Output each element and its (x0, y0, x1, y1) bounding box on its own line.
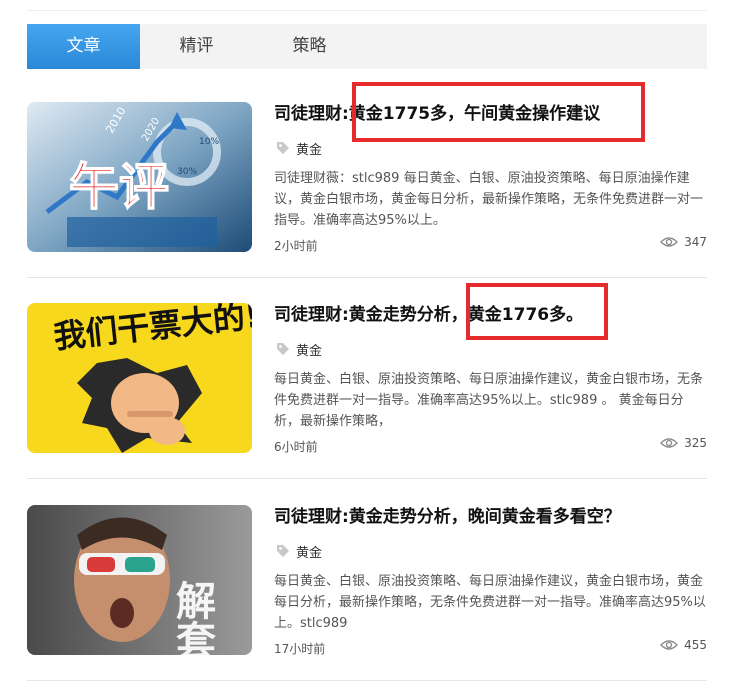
svg-text:10%: 10% (199, 137, 219, 147)
view-count: 347 (684, 235, 707, 249)
article-title[interactable]: 司徒理财:黄金走势分析，晚间黄金看多看空？ (274, 505, 707, 529)
thumbnail-image-pointing-finger: 我们干票大的! (27, 303, 252, 453)
article-views: 325 (660, 436, 707, 450)
article-divider (27, 277, 707, 278)
tab-reviews[interactable]: 精评 (140, 24, 253, 69)
eye-icon (660, 237, 679, 247)
thumbnail-caption: 解套 (169, 580, 216, 655)
annotation-box-price-1775 (352, 82, 645, 142)
view-count: 325 (684, 436, 707, 450)
tab-articles[interactable]: 文章 (27, 24, 140, 69)
view-count: 455 (684, 638, 707, 652)
article-time: 6小时前 (274, 440, 318, 454)
article-item[interactable]: 解套 司徒理财:黄金走势分析，晚间黄金看多看空？ 黄金 每日黄金、白银、原油投资… (27, 505, 707, 682)
tab-bar: 文章 精评 策略 (27, 24, 707, 69)
article-thumbnail[interactable]: 解套 (27, 505, 252, 655)
article-time: 17小时前 (274, 642, 326, 656)
article-summary: 司徒理财薇：stlc989 每日黄金、白银、原油投资策略、每日原油操作建议，黄金… (274, 171, 704, 228)
eye-icon (660, 438, 679, 448)
tag-icon (277, 545, 289, 557)
svg-text:30%: 30% (177, 167, 197, 177)
tag-label: 黄金 (296, 343, 323, 359)
tab-strategy[interactable]: 策略 (253, 24, 366, 69)
article-divider (27, 680, 707, 681)
article-summary: 每日黄金、白银、原油投资策略、每日原油操作建议，黄金白银市场，无条件免费进群一对… (274, 372, 704, 429)
article-tag[interactable]: 黄金 (276, 541, 322, 561)
article-thumbnail[interactable]: 我们干票大的! (27, 303, 252, 453)
article-views: 455 (660, 638, 707, 652)
tag-label: 黄金 (296, 545, 323, 561)
article-divider (27, 478, 707, 479)
thumbnail-image-noon-review: 2010 2020 10% 30% 午评 (27, 102, 252, 252)
article-time: 2小时前 (274, 239, 318, 253)
article-thumbnail[interactable]: 2010 2020 10% 30% 午评 (27, 102, 252, 252)
article-views: 347 (660, 235, 707, 249)
eye-icon (660, 640, 679, 650)
article-tag[interactable]: 黄金 (276, 138, 322, 158)
tag-label: 黄金 (296, 142, 323, 158)
top-divider (27, 10, 707, 11)
tag-icon (277, 343, 289, 355)
article-tag[interactable]: 黄金 (276, 339, 322, 359)
thumbnail-image-surprised-man: 解套 (27, 505, 252, 655)
article-summary: 每日黄金、白银、原油投资策略、每日原油操作建议，黄金白银市场，黄金每日分析，最新… (274, 574, 706, 631)
tag-icon (277, 142, 289, 154)
annotation-box-price-1776 (466, 283, 608, 340)
thumbnail-caption: 午评 (69, 158, 169, 216)
